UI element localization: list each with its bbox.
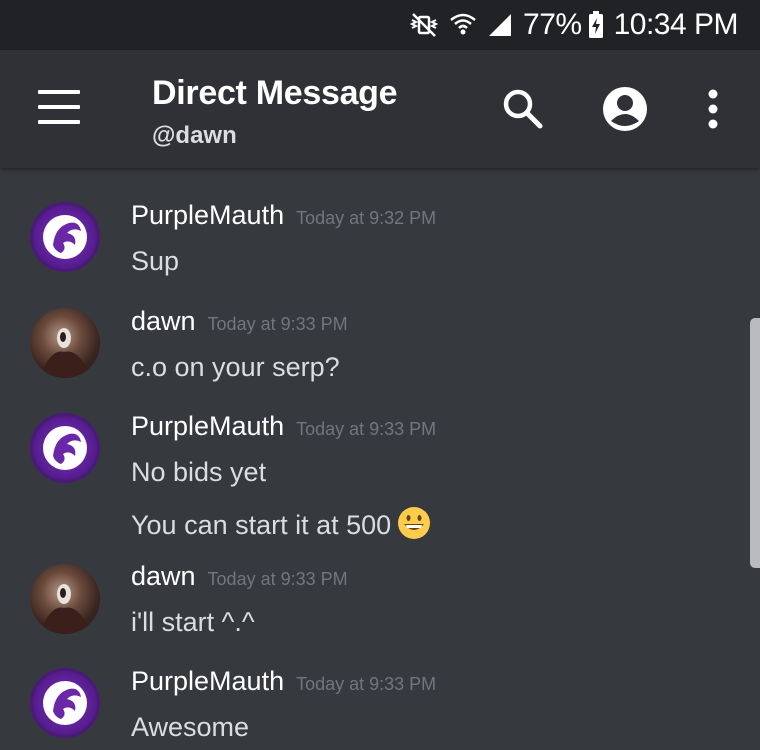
avatar[interactable] <box>30 668 100 738</box>
phoenix-icon <box>43 215 87 259</box>
profile-icon[interactable] <box>601 85 649 133</box>
message-text: i'll start ^.^ <box>131 607 255 637</box>
message-author[interactable]: PurpleMauth Today at 9:32 PM <box>131 200 436 231</box>
message-author[interactable]: dawn Today at 9:33 PM <box>131 561 348 592</box>
message-text: You can start it at 500 <box>131 510 392 540</box>
phoenix-icon <box>43 426 87 470</box>
message-timestamp: Today at 9:33 PM <box>296 419 437 439</box>
message-text-line: You can start it at 500 <box>131 506 431 547</box>
battery-percent: 77% <box>523 8 582 41</box>
avatar[interactable] <box>30 308 100 378</box>
avatar[interactable] <box>30 413 100 483</box>
search-icon[interactable] <box>500 86 546 132</box>
profile-photo-icon <box>40 584 90 634</box>
message-author[interactable]: PurpleMauth Today at 9:33 PM <box>131 666 436 697</box>
scrollbar[interactable] <box>750 318 760 568</box>
more-vert-icon[interactable] <box>700 87 726 131</box>
wifi-icon <box>449 12 477 38</box>
message-timestamp: Today at 9:33 PM <box>296 674 437 694</box>
channel-subtitle: @dawn <box>152 122 237 149</box>
message-timestamp: Today at 9:32 PM <box>296 208 437 228</box>
phoenix-icon <box>43 681 87 725</box>
app-header: Direct Message @dawn <box>0 50 760 168</box>
page-title: Direct Message <box>152 74 398 112</box>
message-text: No bids yet <box>131 457 267 487</box>
message-text: Awesome <box>131 712 250 742</box>
message-text: Sup <box>131 246 180 276</box>
battery-charging-icon <box>588 11 604 39</box>
message-text: c.o on your serp? <box>131 352 340 382</box>
message-timestamp: Today at 9:33 PM <box>207 314 348 334</box>
clock-time: 10:34 PM <box>613 8 739 41</box>
vibrate-mute-icon <box>409 11 439 39</box>
status-bar: 77% 10:34 PM <box>0 0 760 50</box>
menu-icon[interactable] <box>38 90 80 124</box>
message-author[interactable]: dawn Today at 9:33 PM <box>131 306 348 337</box>
grinning-face-emoji-icon <box>397 506 431 547</box>
message-list[interactable]: PurpleMauth Today at 9:32 PM Sup dawn Toda… <box>0 168 760 750</box>
avatar[interactable] <box>30 202 100 272</box>
signal-icon <box>487 12 513 38</box>
profile-photo-icon <box>40 328 90 378</box>
message-timestamp: Today at 9:33 PM <box>207 569 348 589</box>
message-author[interactable]: PurpleMauth Today at 9:33 PM <box>131 411 436 442</box>
avatar[interactable] <box>30 564 100 634</box>
